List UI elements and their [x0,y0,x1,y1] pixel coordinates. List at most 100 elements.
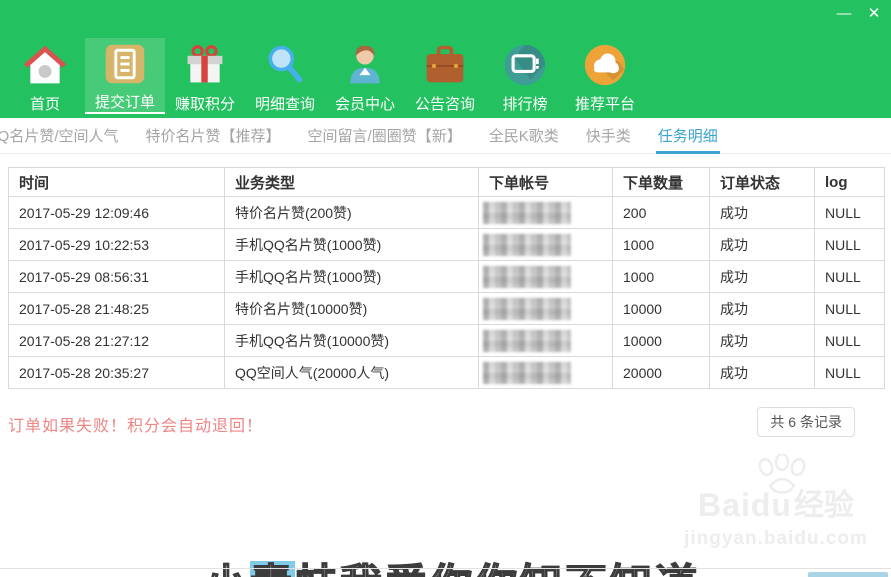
tab-karaoke[interactable]: 全民K歌类 [489,119,559,152]
member-icon [342,42,388,88]
refund-notice: 订单如果失败！积分会自动退回！ [8,412,263,436]
cell-status: 成功 [710,229,815,261]
nav-label: 明细查询 [255,93,315,114]
cell-status: 成功 [710,293,815,325]
cell-quantity: 1000 [613,261,710,293]
cell-account [479,357,613,389]
masked-account [483,234,571,256]
cell-time: 2017-05-28 21:27:12 [9,325,225,357]
nav-item-earn-points[interactable]: 赚取积分 [165,38,245,114]
cell-log: NULL [815,261,885,293]
clipped-blue-button[interactable] [808,572,888,577]
masked-account [483,330,571,352]
orders-table: 时间 业务类型 下单帐号 下单数量 订单状态 log 2017-05-29 12… [8,167,885,389]
cloud-icon [582,42,628,88]
table-row: 2017-05-29 12:09:46 特价名片赞(200赞) 200 成功 N… [9,197,885,229]
cell-log: NULL [815,325,885,357]
cell-quantity: 1000 [613,229,710,261]
nav-label: 会员中心 [335,93,395,114]
tab-task-detail[interactable]: 任务明细 [658,119,718,152]
nav-label: 排行榜 [502,93,547,114]
cell-type: 手机QQ名片赞(1000赞) [225,229,479,261]
nav-label: 公告咨询 [415,93,475,114]
table-row: 2017-05-28 21:27:12 手机QQ名片赞(10000赞) 1000… [9,325,885,357]
paw-icon [752,454,814,499]
table-header-row: 时间 业务类型 下单帐号 下单数量 订单状态 log [9,168,885,197]
cell-time: 2017-05-29 12:09:46 [9,197,225,229]
nav-item-announcements[interactable]: 公告咨询 [405,38,485,114]
nav-item-home[interactable]: 首页 [5,38,85,114]
col-header-account: 下单帐号 [479,168,613,197]
cell-quantity: 10000 [613,325,710,357]
cell-log: NULL [815,229,885,261]
record-count-badge: 共 6 条记录 [757,407,855,437]
search-icon [262,42,308,88]
ranking-tv-icon [502,42,548,88]
table-row: 2017-05-28 21:48:25 特价名片赞(10000赞) 10000 … [9,293,885,325]
category-tab-bar: QQ名片赞/空间人气 特价名片赞【推荐】 空间留言/圈圈赞【新】 全民K歌类 快… [0,118,891,154]
cell-account [479,197,613,229]
nav-label: 提交订单 [95,91,155,112]
cell-status: 成功 [710,357,815,389]
main-nav: 首页 提交订单 [5,38,645,114]
nav-label: 首页 [30,93,60,114]
tab-kuaishou[interactable]: 快手类 [586,119,631,152]
col-header-time: 时间 [9,168,225,197]
cell-time: 2017-05-28 20:35:27 [9,357,225,389]
cell-quantity: 20000 [613,357,710,389]
cell-time: 2017-05-29 08:56:31 [9,261,225,293]
cell-status: 成功 [710,325,815,357]
cell-status: 成功 [710,197,815,229]
app-header: — ✕ 首页 [0,0,891,118]
caption-highlighted-char: 青 [250,561,295,577]
tab-special-card-likes[interactable]: 特价名片赞【推荐】 [146,119,281,152]
order-doc-icon [102,42,148,86]
masked-account [483,266,571,288]
nav-item-submit-order[interactable]: 提交订单 [85,38,165,114]
masked-account [483,362,571,384]
caption-text: 蛙我爱你你知不知道 [295,561,700,577]
caption-text: 小 [205,561,250,577]
cell-quantity: 200 [613,197,710,229]
col-header-type: 业务类型 [225,168,479,197]
bottom-caption: 小青蛙我爱你你知不知道 [205,551,700,577]
app-window: — ✕ 首页 [0,0,891,577]
cell-type: 手机QQ名片赞(10000赞) [225,325,479,357]
table-row: 2017-05-29 08:56:31 手机QQ名片赞(1000赞) 1000 … [9,261,885,293]
cell-time: 2017-05-29 10:22:53 [9,229,225,261]
minimize-button[interactable]: — [833,2,855,24]
cell-log: NULL [815,357,885,389]
masked-account [483,298,571,320]
home-icon [22,42,68,88]
col-header-status: 订单状态 [710,168,815,197]
nav-item-member-center[interactable]: 会员中心 [325,38,405,114]
cell-time: 2017-05-28 21:48:25 [9,293,225,325]
nav-label: 赚取积分 [175,93,235,114]
baidu-jingyan-watermark: Baidu 经验 jingyan.baidu.com [668,480,884,550]
titlebar-buttons: — ✕ [833,2,885,24]
cell-account [479,261,613,293]
nav-item-rankings[interactable]: 排行榜 [485,38,565,114]
watermark-url: jingyan.baidu.com [668,528,884,550]
cell-log: NULL [815,197,885,229]
cell-type: QQ空间人气(20000人气) [225,357,479,389]
tab-space-messages[interactable]: 空间留言/圈圈赞【新】 [308,119,462,152]
nav-item-recommend-platform[interactable]: 推荐平台 [565,38,645,114]
briefcase-icon [422,42,468,88]
table-row: 2017-05-28 20:35:27 QQ空间人气(20000人气) 2000… [9,357,885,389]
bottom-divider [0,568,891,569]
nav-item-detail-query[interactable]: 明细查询 [245,38,325,114]
cell-account [479,293,613,325]
cell-type: 特价名片赞(10000赞) [225,293,479,325]
cell-account [479,229,613,261]
cell-account [479,325,613,357]
cell-status: 成功 [710,261,815,293]
col-header-log: log [815,168,885,197]
tab-qq-card-likes[interactable]: QQ名片赞/空间人气 [0,119,119,152]
cell-type: 手机QQ名片赞(1000赞) [225,261,479,293]
cell-type: 特价名片赞(200赞) [225,197,479,229]
col-header-quantity: 下单数量 [613,168,710,197]
masked-account [483,202,571,224]
cell-quantity: 10000 [613,293,710,325]
close-button[interactable]: ✕ [863,2,885,24]
